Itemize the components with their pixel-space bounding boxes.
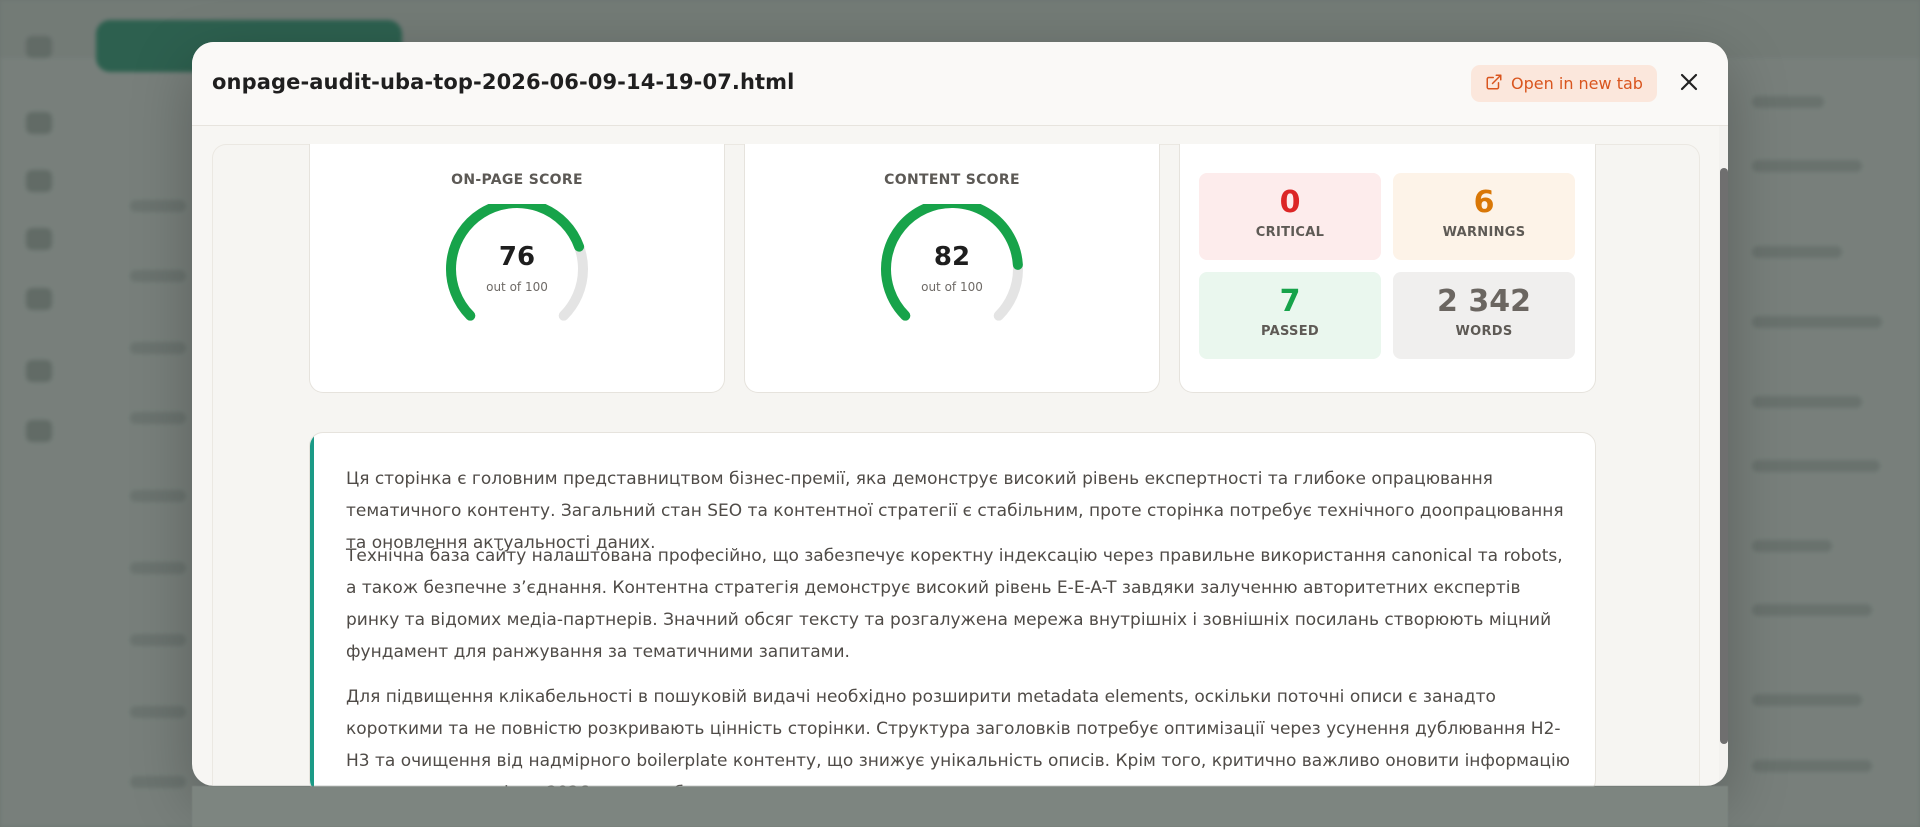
content-score-sub: out of 100: [921, 280, 983, 294]
critical-label: CRITICAL: [1255, 225, 1325, 240]
onpage-score-value: 76: [498, 242, 536, 272]
passed-stat: 7 PASSED: [1199, 272, 1381, 359]
content-score-card: CONTENT SCORE 82 out of 100: [744, 144, 1160, 393]
modal-scroll-thumb[interactable]: [1720, 168, 1728, 744]
words-stat: 2 342 WORDS: [1393, 272, 1575, 359]
modal-bottom-clip: [192, 786, 1728, 827]
onpage-score-sub: out of 100: [486, 280, 548, 294]
words-count: 2 342: [1437, 284, 1531, 319]
critical-stat: 0 CRITICAL: [1199, 173, 1381, 260]
summary-accent-bar: [310, 433, 314, 793]
content-score-gauge: 82 out of 100: [872, 198, 1032, 334]
critical-count: 0: [1279, 185, 1301, 220]
warnings-count: 6: [1473, 185, 1495, 220]
modal-title: onpage-audit-uba-top-2026-06-09-14-19-07…: [212, 70, 795, 94]
passed-count: 7: [1279, 284, 1301, 319]
content-score-value: 82: [933, 242, 971, 272]
words-label: WORDS: [1455, 324, 1513, 339]
close-button[interactable]: [1676, 71, 1702, 97]
issues-stats-card: 0 CRITICAL 6 WARNINGS 7 PASSED 2 342 WOR…: [1179, 144, 1596, 393]
onpage-score-card: ON-PAGE SCORE 76 out of 100: [309, 144, 725, 393]
summary-paragraph-2: Технічна база сайту налаштована професій…: [346, 546, 1563, 662]
onpage-score-label: ON-PAGE SCORE: [451, 172, 583, 188]
audit-summary: Ця сторінка є головним представництвом б…: [309, 432, 1596, 794]
close-icon: [1680, 73, 1698, 95]
warnings-label: WARNINGS: [1442, 225, 1526, 240]
open-in-new-tab-label: Open in new tab: [1511, 74, 1643, 93]
passed-label: PASSED: [1260, 324, 1319, 339]
summary-paragraph-3: Для підвищення клікабельності в пошукові…: [346, 687, 1570, 793]
modal-header: onpage-audit-uba-top-2026-06-09-14-19-07…: [192, 42, 1728, 126]
open-in-new-tab-button[interactable]: Open in new tab: [1471, 65, 1657, 102]
external-link-icon: [1485, 73, 1503, 95]
onpage-score-gauge: 76 out of 100: [437, 198, 597, 334]
content-score-label: CONTENT SCORE: [884, 172, 1020, 188]
warnings-stat: 6 WARNINGS: [1393, 173, 1575, 260]
